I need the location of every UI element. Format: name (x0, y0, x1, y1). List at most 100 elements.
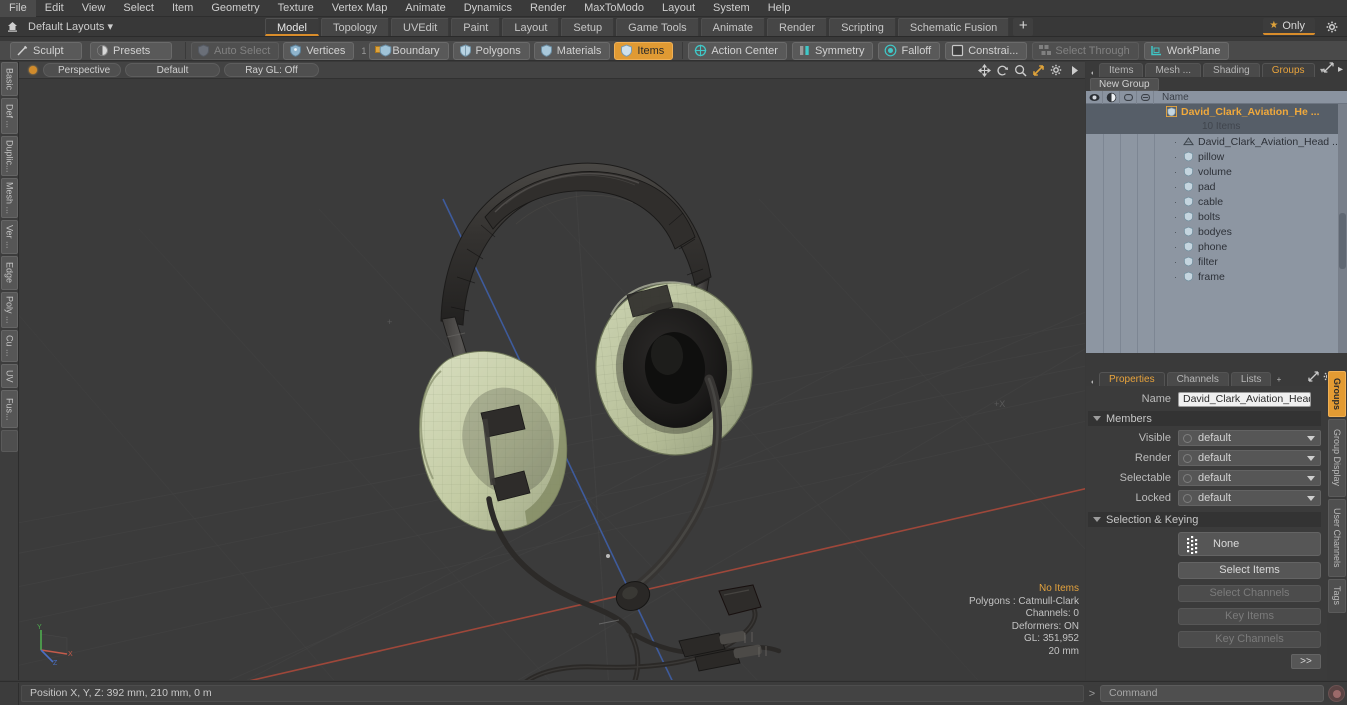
name-field[interactable]: David_Clark_Aviation_Headset_H (1178, 391, 1311, 407)
toolbar-button-constrai[interactable]: Constrai... (945, 41, 1028, 60)
property-dropdown-visible[interactable]: default (1178, 430, 1321, 446)
gear-icon[interactable] (1323, 19, 1341, 35)
toolbar-button-falloff[interactable]: Falloff (878, 41, 941, 60)
disclosure-twisty-icon[interactable]: · (1174, 272, 1177, 282)
viewport-raygl-toggle[interactable]: Ray GL: Off (224, 63, 319, 77)
record-icon[interactable] (1328, 685, 1345, 702)
item-list-row[interactable]: · David_Clark_Aviation_Head ... (1086, 134, 1347, 149)
row-toggle-cells[interactable] (1086, 104, 1158, 119)
layout-tab-animate[interactable]: Animate (700, 17, 765, 36)
side-tab-groups[interactable]: Groups (1328, 371, 1346, 417)
toolbar-button-boundary[interactable]: Boundary (369, 41, 449, 60)
menu-item-system[interactable]: System (704, 0, 759, 17)
row-toggle-cells[interactable] (1086, 239, 1158, 254)
disclosure-twisty-icon[interactable]: · (1174, 257, 1177, 267)
selection-keying-section-header[interactable]: Selection & Keying (1088, 512, 1321, 527)
layout-tab-scripting[interactable]: Scripting (829, 17, 896, 36)
row-toggle-cells[interactable] (1086, 164, 1158, 179)
item-list-row[interactable]: · bolts (1086, 209, 1347, 224)
row-toggle-cells[interactable] (1086, 134, 1158, 149)
render-icon[interactable] (1103, 90, 1120, 104)
viewport-canvas[interactable]: + +X No Items Polygons : Catmull-Clark C… (19, 79, 1085, 680)
rotate-icon[interactable] (995, 63, 1009, 77)
fit-icon[interactable] (1031, 63, 1045, 77)
disclosure-twisty-icon[interactable]: · (1174, 227, 1177, 237)
none-selection-button[interactable]: None (1178, 532, 1321, 556)
item-panel-tab-mesh[interactable]: Mesh ... (1145, 63, 1202, 77)
row-toggle-cells[interactable] (1086, 149, 1158, 164)
side-tab-group-display[interactable]: Group Display (1328, 419, 1346, 497)
item-panel-tab-groups[interactable]: Groups (1261, 63, 1315, 77)
menu-item-maxtomodo[interactable]: MaxToModo (575, 0, 653, 17)
default-layouts-dropdown[interactable]: Default Layouts ▾ (24, 20, 119, 33)
row-toggle-cells[interactable] (1086, 119, 1158, 134)
menu-item-vertex-map[interactable]: Vertex Map (323, 0, 397, 17)
state-toggle-icon[interactable] (1183, 433, 1192, 443)
lock-icon[interactable] (1120, 90, 1137, 104)
left-tab-cu[interactable]: Cu ... (1, 330, 18, 362)
toolbar-button-materials[interactable]: Materials (533, 41, 611, 60)
row-toggle-cells[interactable] (1086, 269, 1158, 284)
layout-tab-render[interactable]: Render (767, 17, 828, 36)
disclosure-twisty-icon[interactable]: · (1174, 212, 1177, 222)
toolbar-button-auto-select[interactable]: Auto Select (191, 41, 280, 60)
item-list-scrollbar[interactable] (1338, 104, 1347, 353)
gear-icon[interactable] (1049, 63, 1063, 77)
left-tab-ver[interactable]: Ver ... (1, 220, 18, 254)
item-list-row[interactable]: · bodyes (1086, 224, 1347, 239)
new-group-button[interactable]: New Group (1090, 77, 1159, 91)
zoom-icon[interactable] (1013, 63, 1027, 77)
item-panel-tab-shading[interactable]: Shading (1203, 63, 1260, 77)
layout-tab-paint[interactable]: Paint (451, 17, 501, 36)
item-list-row[interactable]: · filter (1086, 254, 1347, 269)
property-dropdown-selectable[interactable]: default (1178, 470, 1321, 486)
info-icon[interactable] (1137, 90, 1154, 104)
state-toggle-icon[interactable] (1183, 493, 1192, 503)
left-tab-extra[interactable] (1, 430, 18, 452)
panel-collapse-icon[interactable]: ◖ (1090, 70, 1099, 77)
state-toggle-icon[interactable] (1183, 473, 1192, 483)
chevron-down-icon[interactable] (1307, 436, 1315, 441)
properties-tab-properties[interactable]: Properties (1099, 372, 1165, 386)
add-properties-tab-button[interactable]: + (1273, 373, 1284, 386)
left-tab-def[interactable]: Def ... (1, 98, 18, 134)
move-icon[interactable] (977, 63, 991, 77)
button-select-items[interactable]: Select Items (1178, 562, 1321, 579)
menu-item-texture[interactable]: Texture (269, 0, 323, 17)
left-tab-basic[interactable]: Basic (1, 62, 18, 96)
toolbar-button-action-center[interactable]: Action Center (688, 41, 787, 60)
expand-icon[interactable] (1308, 371, 1319, 385)
item-list[interactable]: David_Clark_Aviation_He ... 10 Items · Davi… (1086, 104, 1347, 353)
menu-item-item[interactable]: Item (163, 0, 202, 17)
item-list-row[interactable]: · pad (1086, 179, 1347, 194)
chevron-down-icon[interactable] (1307, 476, 1315, 481)
menu-item-help[interactable]: Help (759, 0, 800, 17)
disclosure-triangle-icon[interactable] (1093, 416, 1101, 421)
toolbar-button-sculpt[interactable]: Sculpt (10, 41, 82, 60)
toolbar-button-items[interactable]: Items (614, 41, 674, 60)
layout-tab-setup[interactable]: Setup (561, 17, 615, 36)
menu-item-view[interactable]: View (73, 0, 115, 17)
row-toggle-cells[interactable] (1086, 224, 1158, 239)
item-list-row[interactable]: · cable (1086, 194, 1347, 209)
more-button[interactable]: >> (1291, 654, 1321, 669)
disclosure-twisty-icon[interactable]: · (1174, 242, 1177, 252)
menu-item-dynamics[interactable]: Dynamics (455, 0, 521, 17)
disclosure-twisty-icon[interactable]: · (1174, 182, 1177, 192)
viewport-shading-mode[interactable]: Default (125, 63, 220, 77)
only-button[interactable]: ★ Only (1263, 18, 1315, 35)
toolbar-button-symmetry[interactable]: Symmetry (791, 41, 874, 60)
menu-item-render[interactable]: Render (521, 0, 575, 17)
menu-item-animate[interactable]: Animate (396, 0, 454, 17)
state-toggle-icon[interactable] (1183, 453, 1192, 463)
disclosure-twisty-icon[interactable]: · (1174, 197, 1177, 207)
layout-tab-layout[interactable]: Layout (502, 17, 560, 36)
chevron-down-icon[interactable] (1307, 496, 1315, 501)
viewport-view-mode[interactable]: Perspective (43, 63, 121, 77)
disclosure-twisty-icon[interactable]: · (1174, 137, 1177, 147)
members-section-header[interactable]: Members (1088, 411, 1321, 426)
layout-tab-schematic-fusion[interactable]: Schematic Fusion (897, 17, 1010, 36)
toolbar-button-presets[interactable]: Presets (90, 41, 172, 60)
3d-viewport[interactable]: Perspective Default Ray GL: Off + +X No … (19, 62, 1085, 680)
item-panel-tab-items[interactable]: Items (1099, 63, 1144, 77)
